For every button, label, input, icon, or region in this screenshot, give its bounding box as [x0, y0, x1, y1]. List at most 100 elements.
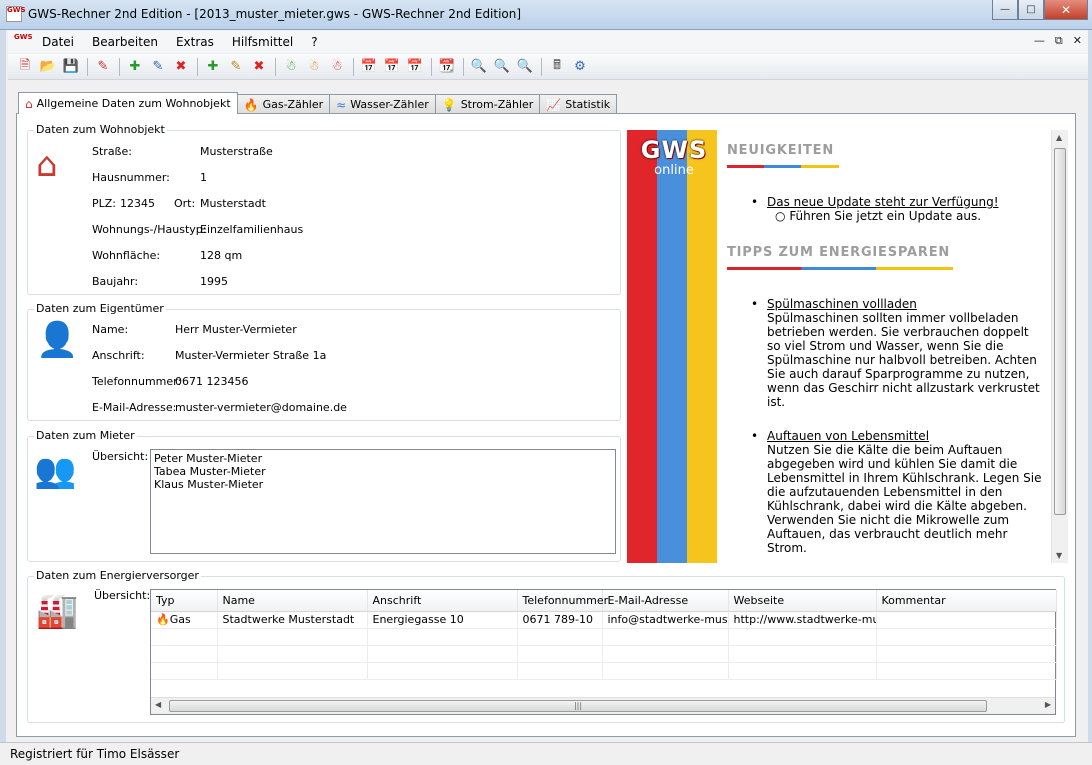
edit-period-icon[interactable]: 📅	[381, 57, 403, 77]
document-icon[interactable]: GWS	[14, 34, 33, 50]
menu-hilfsmittel[interactable]: Hilfsmittel	[232, 35, 293, 49]
save-icon[interactable]: 💾	[60, 57, 82, 77]
mdi-controls: — ⧉ ✕	[1034, 34, 1082, 48]
value-telefon[interactable]: 0671 123456	[175, 375, 248, 388]
edit-reading-icon[interactable]: ✎	[225, 57, 247, 77]
delete-reading-icon[interactable]: ✖	[248, 57, 270, 77]
mdi-close-icon[interactable]: ✕	[1073, 34, 1082, 48]
tip-title[interactable]: Spülmaschinen vollladen	[767, 297, 917, 311]
delete-search-icon[interactable]: 🔍	[514, 57, 536, 77]
update-sub-text: Führen Sie jetzt ein Update aus.	[789, 209, 982, 223]
stripe-red	[627, 130, 657, 563]
flame-icon: 🔥	[156, 613, 170, 626]
close-icon[interactable]: ✕	[1044, 0, 1088, 20]
scroll-down-icon[interactable]: ▼	[1056, 551, 1062, 560]
tab-allgemeine-daten[interactable]: ⌂ Allgemeine Daten zum Wohnobjekt	[18, 92, 238, 114]
column-header-email[interactable]: E-Mail-Adresse	[602, 590, 729, 612]
bullet: •	[751, 429, 759, 443]
label-strasse: Straße:	[92, 145, 132, 158]
delete-meter-icon[interactable]: ✖	[170, 57, 192, 77]
update-link[interactable]: Das neue Update steht zur Verfügung!	[767, 195, 999, 209]
mdi-minimize-icon[interactable]: —	[1034, 34, 1045, 48]
scroll-thumb[interactable]	[1054, 148, 1066, 515]
tab-strom-zaehler[interactable]: 💡 Strom-Zähler	[434, 94, 541, 114]
value-name[interactable]: Herr Muster-Vermieter	[175, 323, 297, 336]
scroll-thumb[interactable]: |||	[169, 700, 987, 712]
scroll-left-icon[interactable]: ◀	[155, 700, 161, 709]
group-wohnobjekt: Daten zum Wohnobjekt ⌂ Straße: Musterstr…	[27, 123, 621, 295]
scroll-right-icon[interactable]: ▶	[1045, 700, 1051, 709]
column-header-webseite[interactable]: Webseite	[728, 590, 877, 612]
status-text: Registriert für Timo Elsässer	[10, 747, 180, 761]
edit-search-icon[interactable]: 🔍	[491, 57, 513, 77]
tab-panel: Daten zum Wohnobjekt ⌂ Straße: Musterstr…	[16, 113, 1076, 737]
value-ort[interactable]: Musterstadt	[200, 197, 266, 210]
label-wohnflaeche: Wohnfläche:	[92, 249, 161, 262]
calendar-download-icon[interactable]: 📆	[436, 57, 458, 77]
app-icon[interactable]: GWS	[6, 6, 26, 22]
mdi-restore-icon[interactable]: ⧉	[1055, 34, 1063, 48]
house-icon: ⌂	[36, 145, 58, 185]
label-ort: Ort:	[174, 197, 196, 210]
value-typ[interactable]: Einzelfamilienhaus	[200, 223, 303, 236]
minimize-icon[interactable]: —	[992, 0, 1018, 20]
menu-bar: GWS Datei Bearbeiten Extras Hilfsmittel …	[8, 31, 1088, 53]
calculator-icon[interactable]: 🖩	[546, 57, 568, 77]
edit-tenant-icon[interactable]: ☃	[303, 57, 325, 77]
column-header-anschrift[interactable]: Anschrift	[367, 590, 518, 612]
add-period-icon[interactable]: 📅	[358, 57, 380, 77]
grid-horizontal-scrollbar[interactable]: ◀ ||| ▶	[151, 697, 1055, 714]
column-header-typ[interactable]: Typ	[151, 590, 218, 612]
edit-meter-icon[interactable]: ✎	[147, 57, 169, 77]
tab-label: Allgemeine Daten zum Wohnobjekt	[36, 97, 231, 110]
open-folder-icon[interactable]: 📂	[37, 57, 59, 77]
tab-gas-zaehler[interactable]: 🔥 Gas-Zähler	[236, 94, 331, 114]
menu-help[interactable]: ?	[311, 35, 317, 49]
list-item[interactable]: Klaus Muster-Mieter	[154, 478, 612, 491]
tab-statistik[interactable]: 📈 Statistik	[539, 94, 618, 114]
value-wohnflaeche[interactable]: 128 qm	[200, 249, 242, 262]
delete-tenant-icon[interactable]: ☃	[326, 57, 348, 77]
column-header-name[interactable]: Name	[217, 590, 368, 612]
add-meter-icon[interactable]: ✚	[124, 57, 146, 77]
tab-wasser-zaehler[interactable]: ≈ Wasser-Zähler	[329, 94, 436, 114]
label-anschrift: Anschrift:	[92, 349, 145, 362]
add-reading-icon[interactable]: ✚	[202, 57, 224, 77]
group-legend: Daten zum Mieter	[34, 429, 137, 442]
value-baujahr[interactable]: 1995	[200, 275, 228, 288]
label-email: E-Mail-Adresse:	[92, 401, 177, 414]
value-strasse[interactable]: Musterstraße	[200, 145, 273, 158]
tenant-list[interactable]: Peter Muster-Mieter Tabea Muster-Mieter …	[150, 449, 616, 554]
delete-period-icon[interactable]: 📅	[404, 57, 426, 77]
value-hausnummer[interactable]: 1	[200, 171, 207, 184]
column-header-telefon[interactable]: Telefonnummer	[517, 590, 608, 612]
supplier-grid[interactable]: Typ Name Anschrift Telefonnummer E-Mail-…	[150, 589, 1057, 715]
table-cell: Stadtwerke Musterstadt	[217, 611, 368, 629]
scroll-up-icon[interactable]: ▲	[1056, 133, 1062, 142]
add-search-icon[interactable]: 🔍	[468, 57, 490, 77]
news-scrollbar[interactable]: ▲ ▼	[1051, 130, 1068, 563]
value-plz[interactable]: 12345	[120, 197, 155, 210]
new-file-icon[interactable]: 🗎	[14, 57, 36, 77]
bulb-icon: 💡	[441, 97, 457, 112]
group-legend: Daten zum Wohnobjekt	[34, 123, 167, 136]
settings-icon[interactable]: ⚙	[569, 57, 591, 77]
value-email[interactable]: muster-vermieter@domaine.de	[175, 401, 347, 414]
menu-bearbeiten[interactable]: Bearbeiten	[92, 35, 158, 49]
label-plz: PLZ:	[92, 197, 117, 210]
column-header-kommentar[interactable]: Kommentar	[876, 590, 1057, 612]
menu-datei[interactable]: Datei	[42, 35, 74, 49]
list-item[interactable]: Peter Muster-Mieter	[154, 452, 612, 465]
list-item[interactable]: Tabea Muster-Mieter	[154, 465, 612, 478]
tab-label: Wasser-Zähler	[350, 98, 429, 111]
edit-house-icon[interactable]: ✎	[92, 57, 114, 77]
tip-title[interactable]: Auftauen von Lebensmittel	[767, 429, 929, 443]
table-cell	[876, 611, 1057, 629]
table-row[interactable]: 🔥Gas Stadtwerke Musterstadt Energiegasse…	[151, 611, 1057, 629]
stripe-yellow	[687, 130, 717, 563]
menu-extras[interactable]: Extras	[176, 35, 214, 49]
maximize-icon[interactable]: □	[1018, 0, 1044, 20]
value-anschrift[interactable]: Muster-Vermieter Straße 1a	[175, 349, 326, 362]
add-tenant-icon[interactable]: ☃	[280, 57, 302, 77]
tip-item: • Auftauen von Lebensmittel Nutzen Sie d…	[751, 429, 1045, 555]
